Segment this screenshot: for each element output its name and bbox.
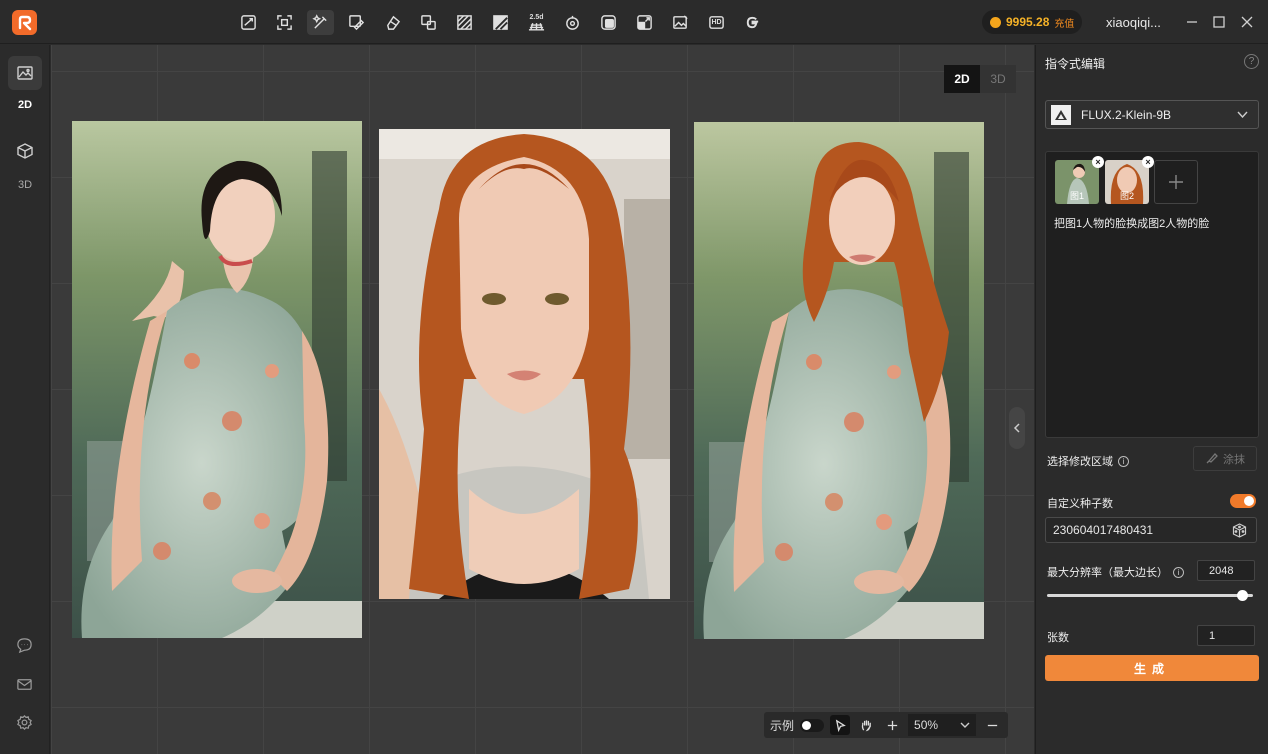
view-toggle: 2D 3D: [944, 65, 1016, 93]
mail-icon[interactable]: [16, 676, 34, 694]
panel-title: 指令式编辑: [1045, 57, 1106, 71]
seed-toggle[interactable]: [1230, 494, 1256, 508]
max-res-slider-track[interactable]: [1047, 594, 1253, 597]
max-res-slider-handle[interactable]: [1237, 590, 1248, 601]
image-woman-qipao-black-hair[interactable]: [72, 121, 362, 638]
prompt-box[interactable]: 图1 × 图2 × 把图1人物的脸换成图2人物的脸: [1045, 151, 1259, 438]
g-logo-icon[interactable]: [739, 10, 766, 35]
count-label: 张数: [1047, 632, 1069, 644]
hd-tool-icon[interactable]: HD: [703, 10, 730, 35]
reference-thumb-1-label: 图1: [1069, 191, 1084, 201]
chevron-down-icon: [1237, 111, 1248, 118]
select-area-row: 选择修改区域 i: [1047, 453, 1129, 469]
username[interactable]: xiaoqiqi...: [1106, 15, 1161, 30]
top-bar: 2.5d HD 9995.28 充值 xiaoqiqi...: [0, 0, 1268, 44]
generate-button[interactable]: 生成: [1045, 655, 1259, 681]
max-res-label: 最大分辨率（最大边长）: [1047, 567, 1168, 579]
seed-value: 230604017480431: [1053, 523, 1154, 537]
dice-icon: [1232, 523, 1247, 538]
zoom-value: 50%: [914, 718, 939, 732]
slash-pattern-tool-icon[interactable]: [487, 10, 514, 35]
cube-icon: [17, 143, 33, 159]
reference-thumb-1[interactable]: 图1: [1055, 160, 1099, 204]
model-select[interactable]: FLUX.2-Klein-9B: [1045, 100, 1259, 129]
info-icon[interactable]: i: [1118, 455, 1129, 467]
seed-label: 自定义种子数: [1047, 498, 1113, 510]
chevron-down-icon: [960, 722, 970, 728]
expand-tool-icon[interactable]: [631, 10, 658, 35]
seed-input[interactable]: 230604017480431: [1045, 517, 1257, 543]
canvas-bottom-bar: 示例 50%: [764, 712, 1009, 738]
settings-icon[interactable]: [16, 714, 34, 732]
recharge-link[interactable]: 充值: [1054, 15, 1074, 30]
sidebar-item-2d[interactable]: [8, 56, 42, 90]
close-icon[interactable]: [1239, 14, 1255, 30]
app-logo-icon: [12, 10, 37, 35]
prompt-text[interactable]: 把图1人物的脸换成图2人物的脸: [1054, 215, 1209, 231]
smear-button[interactable]: 涂抹: [1193, 446, 1257, 471]
edit-image-tool-icon[interactable]: [343, 10, 370, 35]
minimize-icon[interactable]: [1184, 14, 1200, 30]
magic-wand-tool-icon[interactable]: [307, 10, 334, 35]
view-2d-button[interactable]: 2D: [944, 65, 980, 93]
image-edit-tool-icon[interactable]: [667, 10, 694, 35]
model-logo-icon: [1051, 104, 1071, 125]
reference-thumb-2[interactable]: 图2: [1105, 160, 1149, 204]
collapse-panel-button[interactable]: [1009, 407, 1025, 449]
smear-label: 涂抹: [1223, 453, 1245, 466]
view-3d-button[interactable]: 3D: [980, 65, 1016, 93]
count-input[interactable]: 1: [1197, 625, 1255, 646]
image-icon: [17, 66, 33, 80]
transform-tool-icon[interactable]: [415, 10, 442, 35]
sidebar-item-3d-label[interactable]: 3D: [0, 179, 50, 191]
credits-badge[interactable]: 9995.28 充值: [982, 10, 1083, 34]
toolbar: 2.5d HD: [235, 10, 766, 35]
brush-icon: [1206, 453, 1218, 464]
chat-icon[interactable]: [16, 637, 34, 655]
eraser-tool-icon[interactable]: [379, 10, 406, 35]
example-toggle[interactable]: [800, 718, 825, 732]
sidebar-item-2d-label[interactable]: 2D: [0, 99, 50, 111]
right-panel: 指令式编辑 ? FLUX.2-Klein-9B 图1 × 图2 × 把图1人物的…: [1035, 45, 1268, 754]
maximize-icon[interactable]: [1211, 14, 1227, 30]
layers-tool-icon[interactable]: [595, 10, 622, 35]
sidebar-item-3d[interactable]: [8, 134, 42, 168]
seed-row: 自定义种子数: [1047, 495, 1113, 511]
max-res-row: 最大分辨率（最大边长） i: [1047, 564, 1184, 580]
canvas-area[interactable]: 2D 3D 示例 50%: [51, 45, 1034, 754]
add-reference-button[interactable]: [1154, 160, 1198, 204]
select-area-label: 选择修改区域: [1047, 456, 1113, 468]
stripes-tool-icon[interactable]: [451, 10, 478, 35]
plus-icon: [1169, 175, 1183, 189]
count-row: 张数: [1047, 629, 1069, 645]
example-label: 示例: [770, 718, 795, 733]
select-cursor-icon[interactable]: [830, 715, 851, 735]
zoom-out-icon[interactable]: [982, 715, 1002, 735]
reference-thumb-2-label: 图2: [1119, 191, 1134, 201]
left-sidebar: 2D 3D: [0, 45, 50, 754]
hand-icon[interactable]: [856, 715, 876, 735]
image-result-red-hair-qipao[interactable]: [694, 122, 984, 639]
image-woman-red-hair-selfie[interactable]: [379, 129, 670, 599]
rotate-tool-icon[interactable]: [559, 10, 586, 35]
remove-thumb-2-icon[interactable]: ×: [1142, 156, 1154, 168]
model-name: FLUX.2-Klein-9B: [1081, 107, 1172, 122]
scan-tool-icon[interactable]: [271, 10, 298, 35]
remove-thumb-1-icon[interactable]: ×: [1092, 156, 1104, 168]
chevron-left-icon: [1013, 423, 1020, 433]
zoom-select[interactable]: 50%: [908, 714, 977, 736]
help-icon[interactable]: ?: [1244, 54, 1259, 69]
info-icon[interactable]: i: [1173, 566, 1184, 578]
coin-icon: [990, 16, 1001, 28]
crop-tool-icon[interactable]: [235, 10, 262, 35]
max-res-input[interactable]: 2048: [1197, 560, 1255, 581]
2-5d-grid-tool-icon[interactable]: 2.5d: [523, 10, 550, 35]
zoom-in-icon[interactable]: [882, 715, 902, 735]
credits-amount: 9995.28: [1006, 15, 1050, 29]
